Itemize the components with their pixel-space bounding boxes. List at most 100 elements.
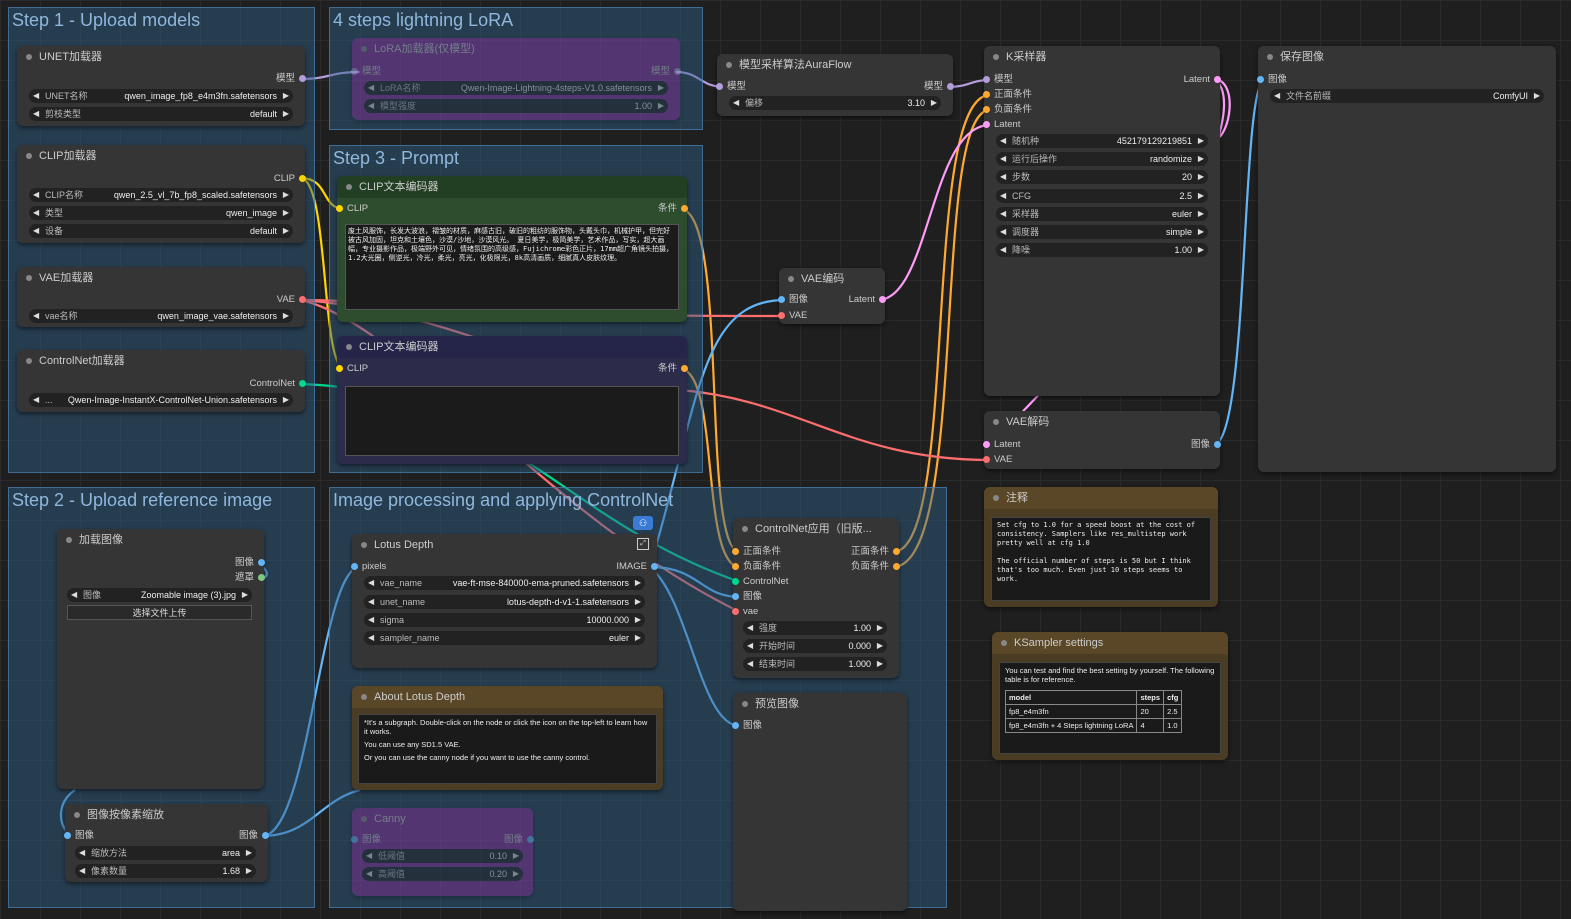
vae-name-widget[interactable]: vae_namevae-ft-mse-840000-ema-pruned.saf… [364,576,645,590]
image-input[interactable]: 图像 [351,833,381,847]
vae-loader-node[interactable]: VAE加载器 VAE vae名称qwen_image_vae.safetenso… [17,267,306,327]
upscale-method-widget[interactable]: 缩放方法area [75,846,256,860]
socket-dot[interactable] [336,365,343,372]
socket-dot[interactable] [651,563,658,570]
socket-dot[interactable] [351,563,358,570]
clip-type-widget[interactable]: 类型qwen_image [29,206,293,220]
lora-name-widget[interactable]: LoRA名称Qwen-Image-Lightning-4steps-V1.0.s… [364,81,668,95]
subgraph-open-icon[interactable]: ⤢ [637,538,649,550]
denoise-widget[interactable]: 降噪1.00 [996,243,1208,257]
image-output[interactable]: 图像 [1191,438,1221,452]
clip-name-widget[interactable]: CLIP名称qwen_2.5_vl_7b_fp8_scaled.safetens… [29,188,293,202]
vae-output[interactable]: VAE [277,293,306,307]
model-input[interactable]: 模型 [983,73,1013,87]
negative-prompt-textarea[interactable] [345,386,679,456]
socket-dot[interactable] [983,441,990,448]
megapixels-widget[interactable]: 像素数量1.68 [75,864,256,878]
model-input[interactable]: 模型 [351,65,381,79]
positive-prompt-node[interactable]: CLIP文本编码器 CLIP 条件 废土风服饰，长发大波浪，褶皱的材质，麻感古旧… [336,176,688,322]
canny-node[interactable]: Canny 图像 图像 低阈值0.10 高阈值0.20 [351,808,534,896]
positive-input[interactable]: 正面条件 [732,545,781,559]
strength-model-widget[interactable]: 模型强度1.00 [364,99,668,113]
about-lotus-note[interactable]: About Lotus Depth *It's a subgraph. Doub… [352,686,663,790]
socket-dot[interactable] [299,296,306,303]
socket-dot[interactable] [732,593,739,600]
image-input[interactable]: 图像 [1257,73,1287,87]
preview-image-node[interactable]: 预览图像 图像 [732,693,907,911]
positive-input[interactable]: 正面条件 [983,88,1032,102]
sampler-widget[interactable]: 采样器euler [996,207,1208,221]
strength-widget[interactable]: 强度1.00 [743,621,887,635]
model-output[interactable]: 模型 [276,72,306,86]
save-image-node[interactable]: 保存图像 图像 文件名前缀ComfyUI [1257,46,1556,472]
sigma-widget[interactable]: sigma10000.000 [364,613,645,627]
cfg-widget[interactable]: CFG2.5 [996,189,1208,203]
socket-dot[interactable] [351,68,358,75]
conditioning-output[interactable]: 条件 [658,362,688,376]
lora-loader-node[interactable]: LoRA加载器(仅模型) 模型 模型 LoRA名称Qwen-Image-Ligh… [351,38,681,120]
socket-dot[interactable] [879,296,886,303]
lotus-depth-node[interactable]: Lotus Depth ⤢ pixels IMAGE vae_namevae-f… [351,534,658,668]
filename-prefix-widget[interactable]: 文件名前缀ComfyUI [1270,89,1544,103]
clip-loader-node[interactable]: CLIP加载器 CLIP CLIP名称qwen_2.5_vl_7b_fp8_sc… [17,145,306,243]
socket-dot[interactable] [262,832,269,839]
image-scale-node[interactable]: 图像按像素缩放 图像 图像 缩放方法area 像素数量1.68 [64,804,269,882]
model-input[interactable]: 模型 [716,80,746,94]
image-input[interactable]: 图像 [64,829,94,843]
unet-name-widget[interactable]: unet_namelotus-depth-d-v1-1.safetensors [364,595,645,609]
socket-dot[interactable] [983,76,990,83]
socket-dot[interactable] [983,121,990,128]
controlnet-name-widget[interactable]: ...Qwen-Image-InstantX-ControlNet-Union.… [29,393,293,407]
latent-output[interactable]: Latent [849,293,886,307]
socket-dot[interactable] [681,365,688,372]
vae-decode-node[interactable]: VAE解码 Latent VAE 图像 [983,411,1221,469]
subgraph-badge-icon[interactable]: ⚇ [633,516,653,530]
clip-input[interactable]: CLIP [336,202,368,216]
vae-name-widget[interactable]: vae名称qwen_image_vae.safetensors [29,309,293,323]
image-input[interactable]: 图像 [732,719,762,733]
end-percent-widget[interactable]: 结束时间1.000 [743,657,887,671]
socket-dot[interactable] [778,296,785,303]
vae-input[interactable]: VAE [778,309,807,323]
device-widget[interactable]: 设备default [29,224,293,238]
socket-dot[interactable] [258,574,265,581]
latent-input[interactable]: Latent [983,118,1020,132]
vae-input[interactable]: vae [732,605,758,619]
socket-dot[interactable] [732,563,739,570]
negative-input[interactable]: 负面条件 [732,560,781,574]
vae-encode-node[interactable]: VAE编码 图像 VAE Latent [778,268,886,324]
socket-dot[interactable] [983,456,990,463]
sampler-name-widget[interactable]: sampler_nameeuler [364,631,645,645]
clip-input[interactable]: CLIP [336,362,368,376]
image-output[interactable]: IMAGE [616,560,658,574]
model-output[interactable]: 模型 [924,80,954,94]
start-percent-widget[interactable]: 开始时间0.000 [743,639,887,653]
socket-dot[interactable] [716,83,723,90]
load-image-node[interactable]: 加载图像 图像 遮罩 图像Zoomable image (3).jpg 选择文件… [57,529,265,789]
vae-input[interactable]: VAE [983,453,1012,467]
image-input[interactable]: 图像 [778,293,808,307]
seed-widget[interactable]: 随机种452179129219851 [996,134,1208,148]
socket-dot[interactable] [983,106,990,113]
socket-dot[interactable] [681,205,688,212]
ksampler-node[interactable]: K采样器 模型 正面条件 负面条件 Latent Latent 随机种45217… [983,46,1221,396]
conditioning-output[interactable]: 条件 [658,202,688,216]
socket-dot[interactable] [1214,76,1221,83]
controlnet-output[interactable]: ControlNet [250,377,306,391]
negative-output[interactable]: 负面条件 [851,560,900,574]
socket-dot[interactable] [732,548,739,555]
ksampler-settings-note[interactable]: KSampler settings You can test and find … [992,632,1228,760]
control-after-generate-widget[interactable]: 运行后操作randomize [996,152,1208,166]
negative-input[interactable]: 负面条件 [983,103,1032,117]
scheduler-widget[interactable]: 调度器simple [996,225,1208,239]
negative-prompt-node[interactable]: CLIP文本编码器 CLIP 条件 [336,336,688,464]
model-output[interactable]: 模型 [651,65,681,79]
socket-dot[interactable] [527,836,534,843]
image-output[interactable]: 图像 [504,833,534,847]
note-content[interactable]: *It's a subgraph. Double-click on the no… [358,714,657,784]
image-select-widget[interactable]: 图像Zoomable image (3).jpg [67,588,252,602]
socket-dot[interactable] [732,578,739,585]
image-output[interactable]: 图像 [235,556,265,570]
socket-dot[interactable] [64,832,71,839]
steps-widget[interactable]: 步数20 [996,170,1208,184]
